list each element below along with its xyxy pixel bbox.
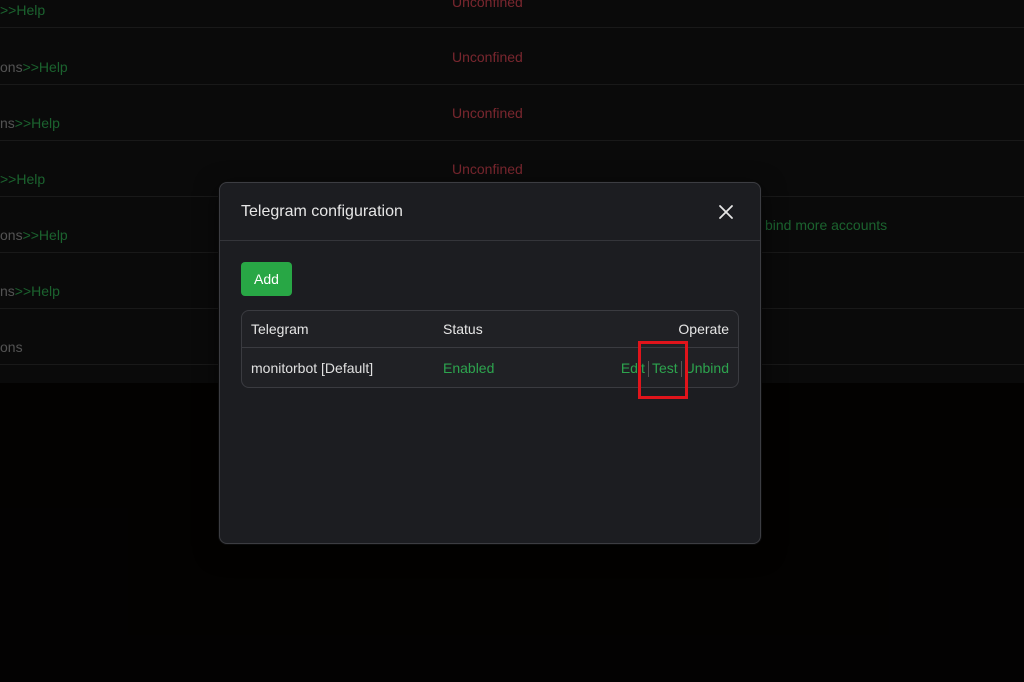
column-header-status: Status — [443, 321, 483, 337]
op-separator — [647, 361, 649, 378]
status-enabled: Enabled — [443, 360, 495, 376]
telegram-table: Telegram Status Operate monitorbot [Defa… — [241, 310, 739, 388]
add-button[interactable]: Add — [241, 262, 292, 296]
bot-name: monitorbot [Default] — [251, 360, 374, 376]
table-row: monitorbot [Default] Enabled Edit Test Unb… — [242, 348, 738, 387]
column-header-operate: Operate — [678, 321, 729, 337]
op-separator — [680, 361, 682, 378]
test-button[interactable]: Test — [652, 360, 678, 376]
edit-button[interactable]: Edit — [621, 360, 645, 376]
dialog-header: Telegram configuration — [220, 183, 760, 241]
row-operations: Edit Test Unbind — [621, 348, 729, 387]
dialog-title: Telegram configuration — [241, 203, 403, 220]
close-icon[interactable] — [718, 204, 734, 220]
column-header-telegram: Telegram — [251, 321, 309, 337]
unbind-button[interactable]: Unbind — [685, 360, 729, 376]
telegram-config-dialog: Telegram configuration Add Telegram Stat… — [219, 182, 761, 544]
table-header: Telegram Status Operate — [242, 311, 738, 348]
